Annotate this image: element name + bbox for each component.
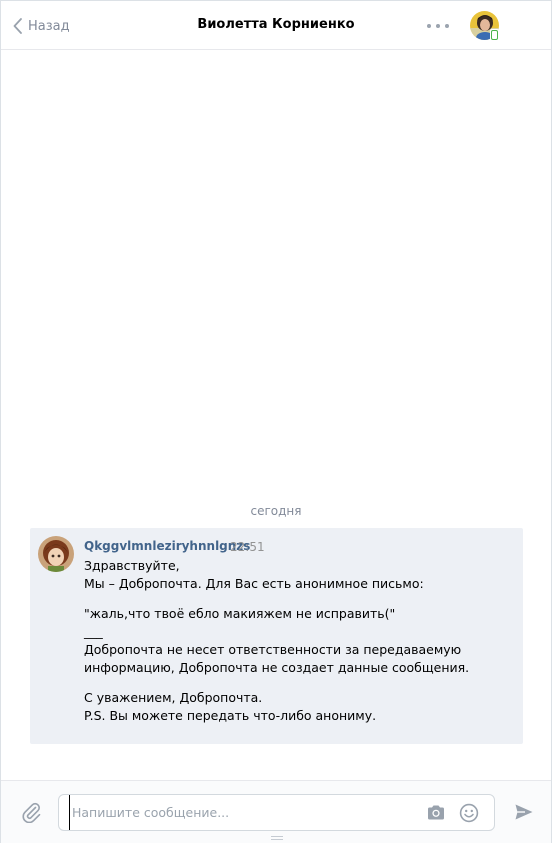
message-input-box[interactable] xyxy=(58,794,495,831)
message-line: "жаль,что твоё ебло макияжем не исправит… xyxy=(84,606,396,621)
smile-icon[interactable] xyxy=(459,803,479,827)
resize-handle[interactable] xyxy=(271,836,283,840)
message-line: информацию, Добропочта не создает данные… xyxy=(84,660,470,675)
message-text: Здравствуйте, Мы – Добропочта. Для Вас е… xyxy=(84,557,514,725)
message-time[interactable]: 22:51 xyxy=(230,540,265,554)
chat-window: Назад Виолетта Корниенко сегодня Qkggvlm… xyxy=(0,0,552,843)
mobile-online-icon xyxy=(490,29,499,41)
send-icon[interactable] xyxy=(514,803,534,825)
paperclip-icon[interactable] xyxy=(20,801,42,827)
chat-header: Назад Виолетта Корниенко xyxy=(1,1,551,50)
message-author[interactable]: Qkggvlmnleziryhnnlgnzs xyxy=(84,539,250,553)
message-line: Здравствуйте, xyxy=(84,558,180,573)
message-input[interactable] xyxy=(69,795,409,830)
message-composer xyxy=(1,780,551,843)
message-item: Qkggvlmnleziryhnnlgnzs 22:51 Здравствуйт… xyxy=(30,528,523,744)
avatar[interactable] xyxy=(38,536,74,572)
chat-title[interactable]: Виолетта Корниенко xyxy=(1,17,551,32)
message-line: Мы – Добропочта. Для Вас есть анонимное … xyxy=(84,576,424,591)
ellipsis-icon[interactable] xyxy=(427,19,449,33)
message-line: Добропочта не несет ответственности за п… xyxy=(84,642,462,657)
avatar-photo xyxy=(38,536,74,572)
message-line: С уважением, Добропочта. xyxy=(84,690,263,705)
message-line: P.S. Вы можете передать что-либо анониму… xyxy=(84,708,377,723)
date-separator: сегодня xyxy=(250,504,302,518)
camera-icon[interactable] xyxy=(426,804,446,826)
message-line: ___ xyxy=(84,624,103,639)
